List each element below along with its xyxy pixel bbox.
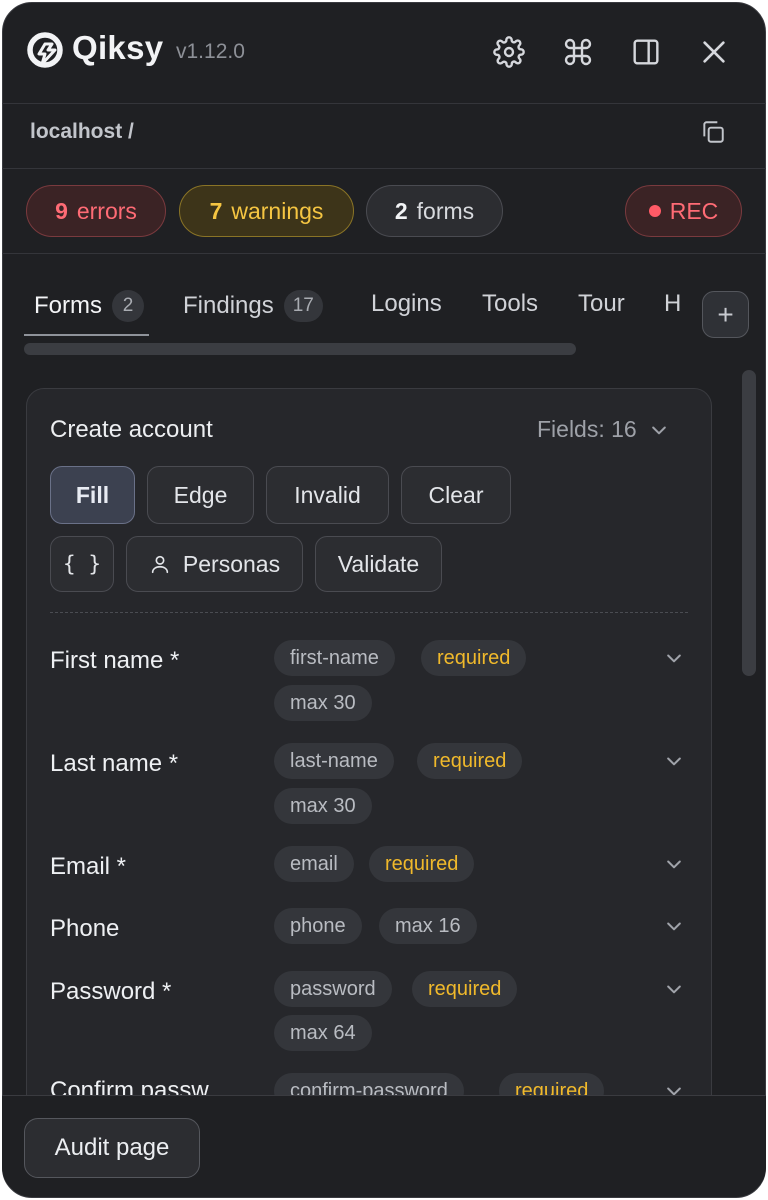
chevron-down-icon[interactable] — [664, 1081, 684, 1095]
content-area: Create account Fields: 16 Fill Edge Inva… — [0, 0, 768, 1095]
field-label: Phone — [50, 915, 120, 942]
audit-page-button[interactable]: Audit page — [24, 1118, 200, 1178]
field-label: Email * — [50, 853, 127, 880]
chevron-down-icon[interactable] — [664, 854, 684, 874]
field-label: First name * — [50, 647, 180, 674]
required-chip: required — [421, 640, 527, 676]
field-label: Last name * — [50, 750, 179, 777]
user-icon — [151, 555, 169, 574]
required-chip: required — [499, 1073, 605, 1095]
max-length-chip: max 30 — [274, 685, 372, 721]
json-button[interactable]: { } — [50, 536, 114, 592]
chevron-down-icon[interactable] — [664, 751, 684, 771]
chevron-down-icon[interactable] — [664, 916, 684, 936]
invalid-button[interactable]: Invalid — [266, 466, 389, 524]
field-name-chip: confirm-password — [274, 1073, 464, 1095]
field-name-chip: password — [274, 971, 392, 1007]
field-label: Password * — [50, 978, 172, 1005]
personas-label: Personas — [182, 550, 281, 577]
required-chip: required — [417, 743, 523, 779]
field-name-chip: email — [274, 846, 354, 882]
required-chip: required — [412, 971, 518, 1007]
field-name-chip: phone — [274, 908, 362, 944]
max-length-chip: max 30 — [274, 788, 372, 824]
edge-button[interactable]: Edge — [147, 466, 254, 524]
personas-button[interactable]: Personas — [126, 536, 303, 592]
required-chip: required — [369, 846, 475, 882]
form-title: Create account — [50, 416, 213, 443]
chevron-down-icon[interactable] — [664, 979, 684, 999]
field-name-chip: first-name — [274, 640, 395, 676]
field-label: Confirm passw — [50, 1077, 209, 1095]
chevron-down-icon — [651, 426, 666, 434]
divider — [50, 612, 688, 613]
chevron-down-icon[interactable] — [664, 648, 684, 668]
max-length-chip: max 16 — [379, 908, 477, 944]
fields-toggle[interactable]: Fields: 16 — [537, 416, 669, 443]
clear-button[interactable]: Clear — [401, 466, 511, 524]
fields-summary: Fields: 16 — [537, 416, 637, 442]
validate-button[interactable]: Validate — [315, 536, 442, 592]
max-length-chip: max 64 — [274, 1015, 372, 1051]
field-name-chip: last-name — [274, 743, 394, 779]
fill-button[interactable]: Fill — [50, 466, 135, 524]
